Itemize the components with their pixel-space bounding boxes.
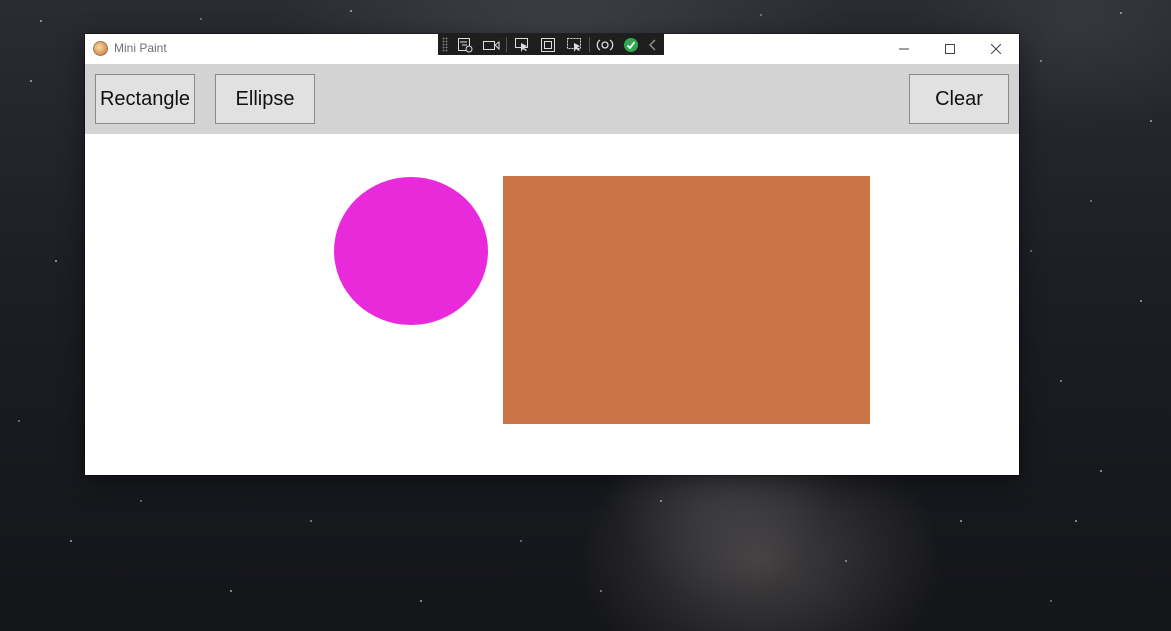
rectangle-button[interactable]: Rectangle — [95, 74, 195, 124]
track-focus-icon[interactable] — [561, 34, 587, 55]
app-palette-icon — [93, 41, 108, 56]
mini-paint-window: Mini Paint Rectangle Ellipse Clear — [85, 34, 1019, 475]
binding-check-icon[interactable] — [618, 34, 644, 55]
clear-button[interactable]: Clear — [909, 74, 1009, 124]
drawn-rectangle[interactable] — [503, 176, 870, 424]
toolbar-grip-handle[interactable] — [442, 37, 448, 52]
minimize-button[interactable] — [881, 34, 927, 64]
shape-toolbar: Rectangle Ellipse Clear — [85, 64, 1019, 134]
display-layout-adorners-icon[interactable] — [535, 34, 561, 55]
collapse-chevron-icon[interactable] — [644, 34, 662, 55]
close-icon — [991, 44, 1001, 54]
hot-reload-icon[interactable] — [592, 34, 618, 55]
minimize-icon — [899, 48, 909, 50]
live-visual-tree-icon[interactable] — [452, 34, 478, 55]
drawn-ellipse[interactable] — [334, 177, 488, 325]
video-camera-icon[interactable] — [478, 34, 504, 55]
ellipse-button[interactable]: Ellipse — [215, 74, 315, 124]
close-button[interactable] — [973, 34, 1019, 64]
drawing-canvas[interactable] — [85, 134, 1019, 475]
maximize-button[interactable] — [927, 34, 973, 64]
select-element-icon[interactable] — [509, 34, 535, 55]
maximize-icon — [945, 44, 955, 54]
window-title: Mini Paint — [114, 41, 167, 55]
xaml-debug-toolbar — [438, 34, 664, 55]
